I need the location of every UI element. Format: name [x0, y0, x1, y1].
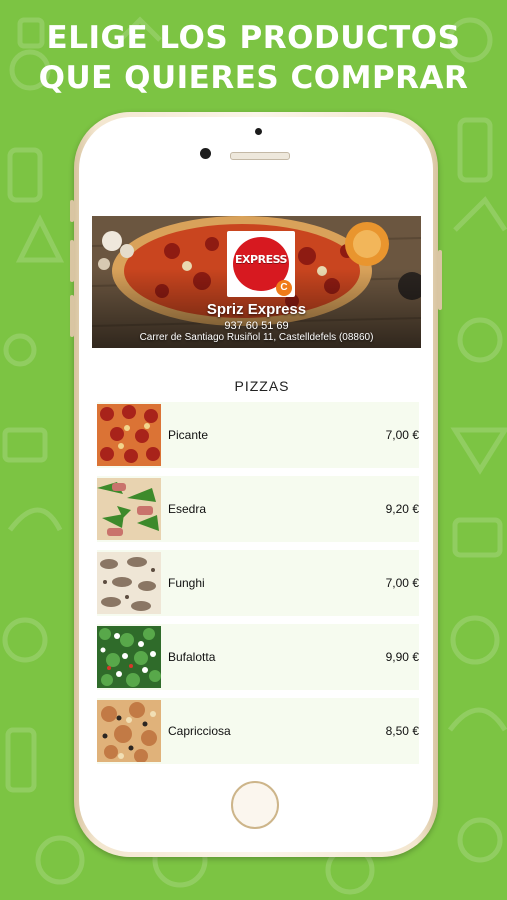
promo-headline: ELIGE LOS PRODUCTOS QUE QUIERES COMPRAR — [0, 18, 507, 98]
store-header-banner: EXPRESS C Spriz Express 937 60 51 69 Car… — [92, 216, 421, 348]
store-address: Carrer de Santiago Rusiñol 11, Castellde… — [139, 332, 374, 343]
product-name: Picante — [168, 428, 209, 442]
store-phone[interactable]: 937 60 51 69 — [92, 320, 421, 332]
product-name: Capricciosa — [168, 724, 231, 738]
phone-front-camera — [200, 148, 211, 159]
product-item-bufalotta[interactable]: Bufalotta 9,90 € — [97, 624, 419, 690]
product-name: Bufalotta — [168, 650, 216, 664]
app-screen: EXPRESS C Spriz Express 937 60 51 69 Car… — [92, 216, 421, 772]
logo-badge-icon: C — [276, 280, 292, 296]
phone-earpiece-speaker — [230, 152, 290, 160]
headline-line-1: ELIGE LOS PRODUCTOS — [46, 20, 461, 56]
category-title: PIZZAS — [234, 378, 290, 394]
phone-power-button — [438, 250, 442, 310]
pizza-funghi-image — [97, 552, 161, 614]
product-price: 9,90 € — [385, 650, 419, 664]
product-item-capricciosa[interactable]: Capricciosa 8,50 € — [97, 698, 419, 764]
product-item-esedra[interactable]: Esedra 9,20 € — [97, 476, 419, 542]
phone-proximity-sensor — [255, 128, 262, 135]
pizza-picante-image — [97, 404, 161, 466]
product-list: Picante 7,00 € Esedra 9,20 € Funghi 7,00… — [97, 402, 419, 772]
phone-volume-up-button — [70, 240, 74, 282]
product-price: 8,50 € — [385, 724, 419, 738]
store-logo: EXPRESS C — [227, 231, 295, 297]
product-price: 7,00 € — [385, 428, 419, 442]
product-name: Funghi — [168, 576, 205, 590]
product-item-funghi[interactable]: Funghi 7,00 € — [97, 550, 419, 616]
store-name: Spriz Express — [206, 301, 307, 318]
product-price: 7,00 € — [385, 576, 419, 590]
pizza-esedra-image — [97, 478, 161, 540]
product-name: Esedra — [168, 502, 207, 516]
logo-text: EXPRESS — [235, 253, 287, 266]
product-price: 9,20 € — [385, 502, 419, 516]
product-item-picante[interactable]: Picante 7,00 € — [97, 402, 419, 468]
pizza-bufalotta-image — [97, 626, 161, 688]
phone-side-button — [70, 200, 74, 222]
headline-line-2: QUE QUIERES COMPRAR — [38, 60, 469, 96]
phone-volume-down-button — [70, 295, 74, 337]
phone-home-button[interactable] — [231, 781, 279, 829]
pizza-capricciosa-image — [97, 700, 161, 762]
